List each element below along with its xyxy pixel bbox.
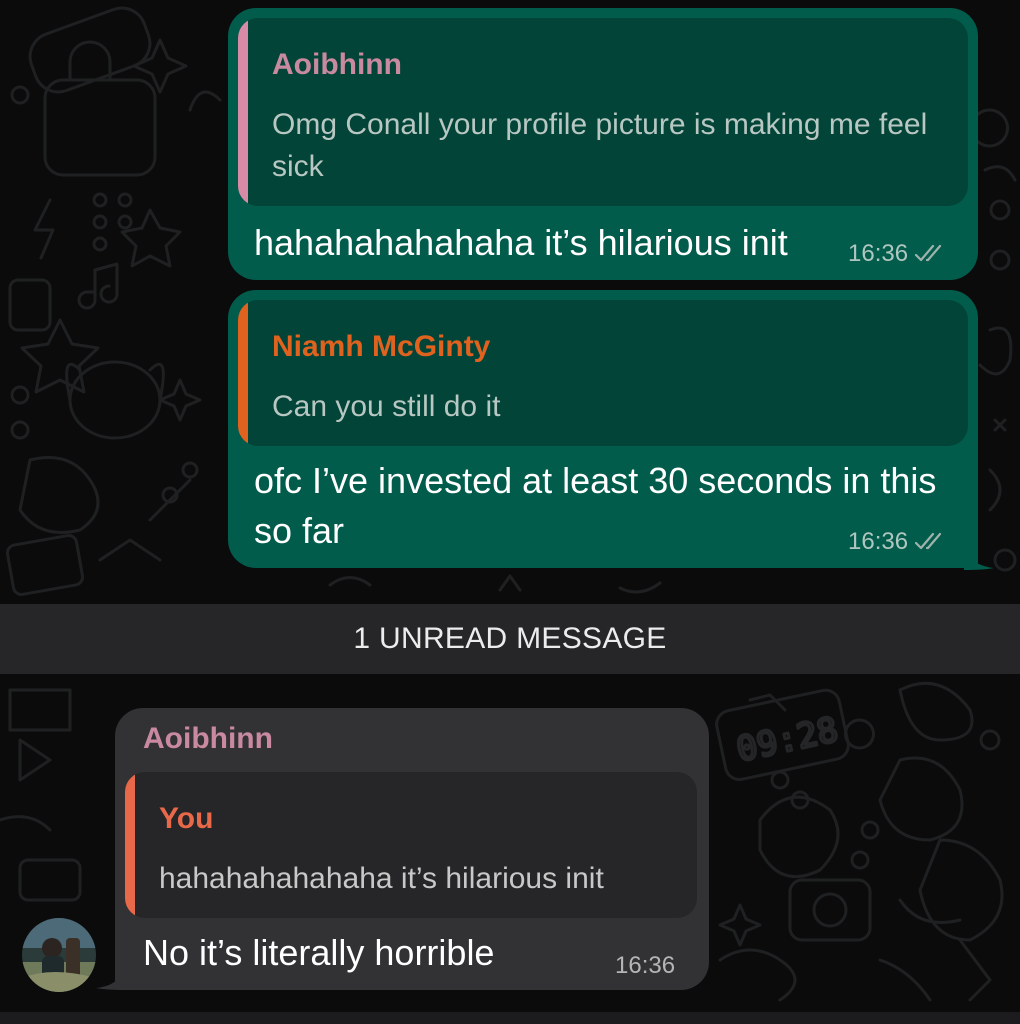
message-time: 16:36 (848, 240, 909, 267)
quote-accent-bar (125, 772, 135, 918)
sender-name: Aoibhinn (143, 722, 273, 755)
message-time: 16:36 (848, 528, 909, 555)
avatar[interactable] (22, 918, 96, 992)
quoted-reply[interactable]: You hahahahahahaha it’s hilarious init (125, 772, 697, 918)
message-text: No it’s literally horrible (143, 932, 495, 973)
quote-text: Omg Conall your profile picture is makin… (272, 108, 928, 183)
message-meta: 16:36 (848, 528, 948, 556)
outgoing-message[interactable]: Aoibhinn Omg Conall your profile picture… (228, 8, 978, 280)
quote-author: Aoibhinn (272, 48, 402, 81)
quote-text: Can you still do it (272, 390, 501, 423)
message-meta: 16:36 (848, 240, 948, 268)
message-time: 16:36 (615, 952, 676, 979)
read-ticks-icon (914, 244, 942, 262)
input-bar-edge (0, 1012, 1020, 1024)
unread-messages-divider: 1 UNREAD MESSAGE (0, 604, 1020, 674)
quoted-reply[interactable]: Aoibhinn Omg Conall your profile picture… (238, 18, 968, 206)
quote-author: Niamh McGinty (272, 330, 491, 363)
profile-photo-icon (22, 918, 96, 992)
outgoing-message[interactable]: Niamh McGinty Can you still do it ofc I’… (228, 290, 978, 568)
quote-accent-bar (238, 300, 248, 446)
quote-text: hahahahahahaha it’s hilarious init (159, 862, 604, 895)
message-text: ofc I’ve invested at least 30 seconds in… (254, 460, 937, 551)
message-text: hahahahahahaha it’s hilarious init (254, 222, 788, 263)
quote-author: You (159, 802, 214, 835)
quoted-reply[interactable]: Niamh McGinty Can you still do it (238, 300, 968, 446)
incoming-message[interactable]: Aoibhinn You hahahahahahaha it’s hilario… (115, 708, 709, 990)
message-meta: 16:36 (615, 952, 675, 980)
quote-accent-bar (238, 18, 248, 206)
read-ticks-icon (914, 532, 942, 550)
